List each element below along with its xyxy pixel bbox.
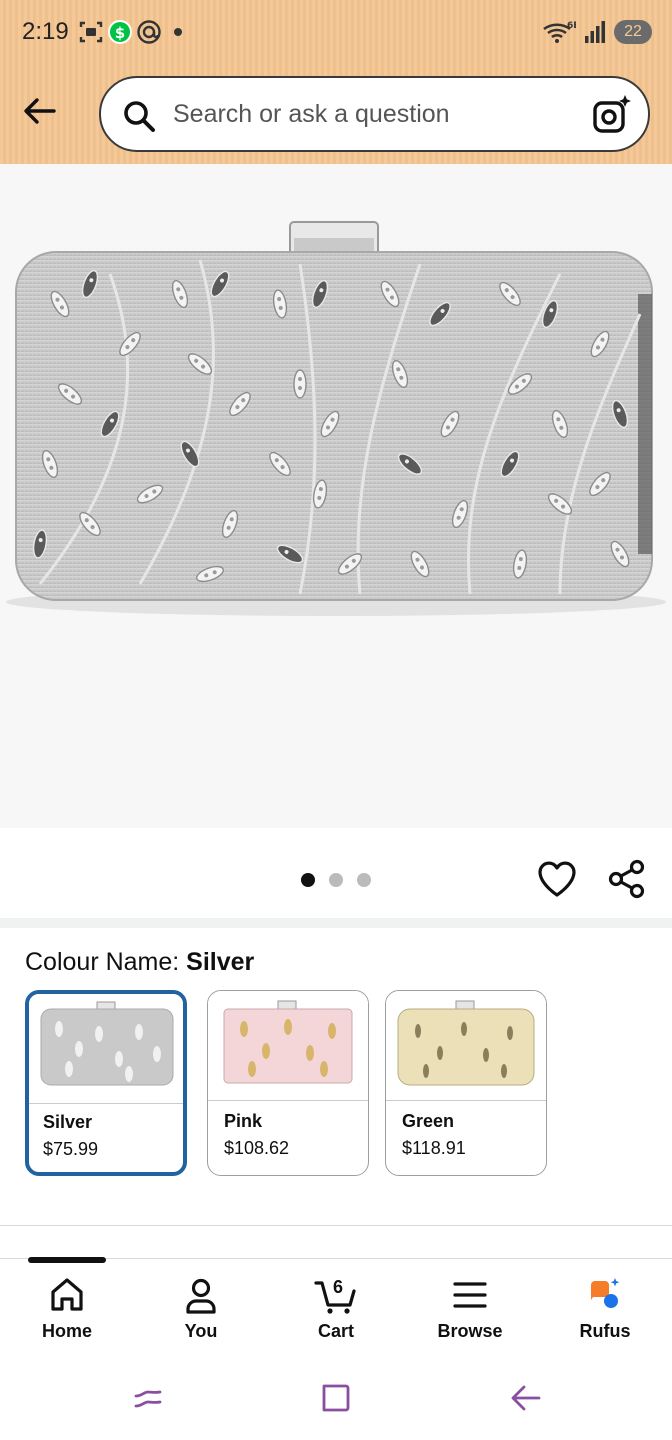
- carousel-dot-1[interactable]: [301, 873, 315, 887]
- swatch-name: Silver: [43, 1112, 93, 1132]
- cart-count-badge: 6: [332, 1277, 343, 1297]
- swatch-image: [208, 991, 368, 1101]
- nav-label: Cart: [317, 1321, 354, 1341]
- nav-browse[interactable]: Browse: [410, 1275, 530, 1355]
- wifi-icon: 6E: [543, 21, 576, 43]
- system-back-icon[interactable]: [505, 1378, 545, 1418]
- status-bar: 2:19 $ 6E: [0, 0, 672, 64]
- product-image[interactable]: [0, 164, 672, 828]
- swatch-name: Green: [402, 1111, 455, 1131]
- nav-you[interactable]: You: [141, 1275, 261, 1355]
- swatch-name: Pink: [224, 1111, 263, 1131]
- carousel-dot-3[interactable]: [357, 873, 371, 887]
- nav-cart[interactable]: 6 Cart: [276, 1275, 396, 1355]
- search-bar[interactable]: [99, 76, 650, 152]
- person-icon: [186, 1278, 216, 1314]
- svg-text:$: $: [115, 24, 125, 42]
- swatch-price: $108.62: [224, 1138, 290, 1158]
- signal-icon: [585, 21, 605, 43]
- colour-option-pink[interactable]: Pink $108.62: [207, 990, 369, 1176]
- at-sign-icon: [137, 20, 161, 44]
- nav-home[interactable]: Home: [7, 1275, 127, 1355]
- battery-icon: 22: [614, 20, 652, 44]
- home-button-icon[interactable]: [316, 1378, 356, 1418]
- nav-label: Browse: [437, 1321, 503, 1341]
- app-header: 2:19 $ 6E: [0, 0, 672, 164]
- status-time: 2:19: [22, 18, 69, 45]
- image-carousel-controls: [0, 828, 672, 918]
- recent-apps-icon[interactable]: [128, 1378, 168, 1418]
- home-icon: [51, 1278, 83, 1311]
- search-input[interactable]: [173, 78, 573, 150]
- cash-app-icon: $: [108, 20, 132, 44]
- back-arrow-icon[interactable]: [20, 92, 60, 132]
- swatch-price: $75.99: [43, 1139, 99, 1159]
- product-page: 2:19 $ 6E: [0, 0, 672, 1440]
- green-clutch-thumbnail: [397, 1000, 535, 1086]
- camera-lens-icon[interactable]: [592, 94, 632, 134]
- swatch-price: $118.91: [402, 1138, 466, 1158]
- section-divider: [0, 1225, 672, 1226]
- active-tab-indicator: [28, 1257, 106, 1263]
- nav-label: Rufus: [579, 1321, 631, 1341]
- notification-dot-icon: [174, 28, 182, 36]
- share-icon[interactable]: [606, 858, 648, 900]
- bottom-nav: Home You 6 Cart Browse Rufus: [0, 1257, 672, 1358]
- colour-name-label: Colour Name:: [25, 948, 187, 976]
- nav-rufus[interactable]: Rufus: [545, 1275, 665, 1355]
- pink-clutch-thumbnail: [223, 1000, 353, 1084]
- swatch-image: [29, 994, 183, 1104]
- search-icon[interactable]: [121, 98, 157, 134]
- menu-icon: [453, 1282, 487, 1308]
- silver-clutch-thumbnail: [40, 1001, 174, 1086]
- nav-label: Home: [41, 1321, 92, 1341]
- colour-option-silver[interactable]: Silver $75.99: [25, 990, 187, 1176]
- colour-option-green[interactable]: Green $118.91: [385, 990, 547, 1176]
- screenshot-icon: [79, 21, 103, 43]
- colour-name-value: Silver: [186, 948, 255, 976]
- rufus-icon: [591, 1278, 620, 1308]
- carousel-dot-2[interactable]: [329, 873, 343, 887]
- network-type: 6E: [567, 21, 576, 31]
- nav-label: You: [184, 1321, 218, 1341]
- system-navigation-bar: [0, 1358, 672, 1440]
- status-indicators: 6E 22: [542, 18, 652, 46]
- clutch-bag-image: [6, 221, 666, 616]
- section-divider: [0, 918, 672, 928]
- swatch-image: [386, 991, 546, 1101]
- colour-name-heading: Colour Name: Silver: [25, 948, 254, 977]
- heart-icon[interactable]: [536, 858, 578, 900]
